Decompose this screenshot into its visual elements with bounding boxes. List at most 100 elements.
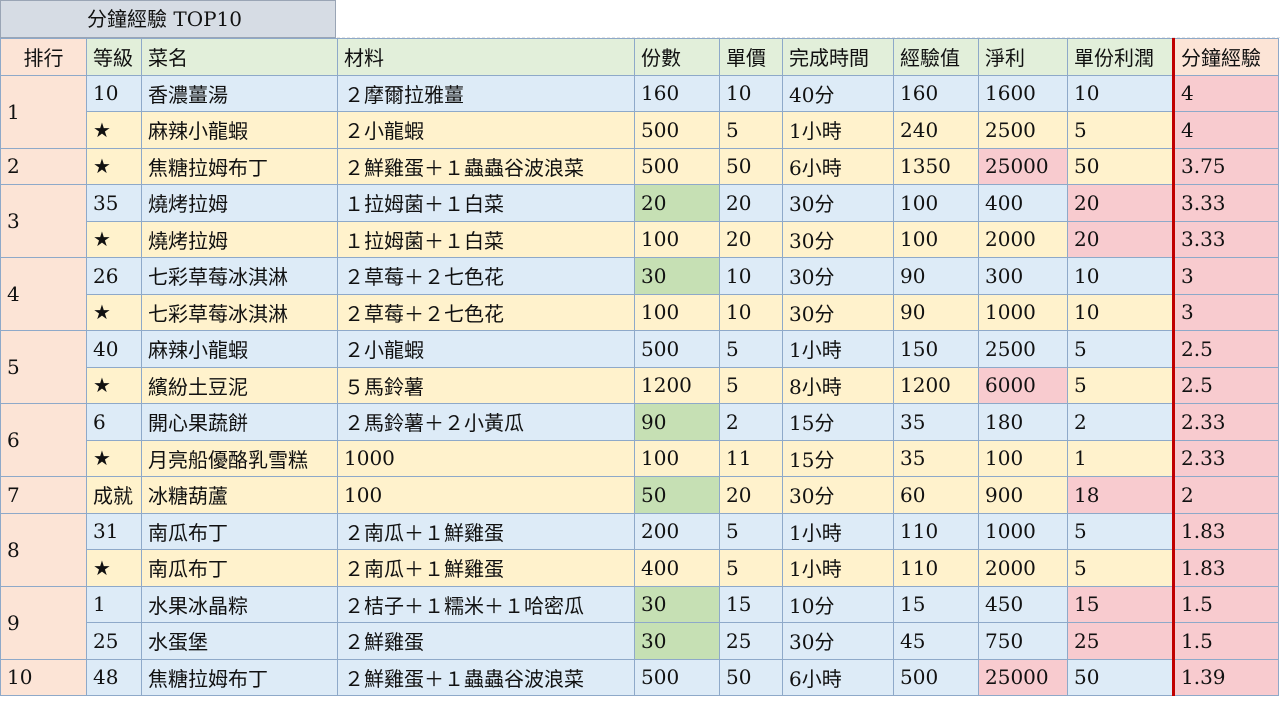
cell-material[interactable]: ２摩爾拉雅薑 <box>337 74 635 112</box>
cell-minute-xp[interactable]: 1.5 <box>1172 585 1279 623</box>
cell-dish[interactable]: 麻辣小龍蝦 <box>141 111 338 149</box>
cell-level[interactable]: ★ <box>86 293 142 331</box>
cell-time[interactable]: 1小時 <box>782 512 894 550</box>
cell-time[interactable]: 30分 <box>782 622 894 660</box>
cell-exp[interactable]: 45 <box>893 622 979 660</box>
cell-material[interactable]: 1000 <box>337 439 635 477</box>
cell-qty[interactable]: 160 <box>634 74 720 112</box>
cell-dish[interactable]: 香濃薑湯 <box>141 74 338 112</box>
cell-unit-profit[interactable]: 5 <box>1067 549 1174 587</box>
cell-level[interactable]: 成就 <box>86 476 142 514</box>
cell-profit[interactable]: 1600 <box>978 74 1068 112</box>
cell-exp[interactable]: 500 <box>893 658 979 696</box>
cell-dish[interactable]: 南瓜布丁 <box>141 549 338 587</box>
cell-profit[interactable]: 100 <box>978 439 1068 477</box>
cell-dish[interactable]: 七彩草莓冰淇淋 <box>141 257 338 295</box>
cell-rank[interactable]: 4 <box>0 257 87 331</box>
cell-exp[interactable]: 110 <box>893 549 979 587</box>
cell-profit[interactable]: 450 <box>978 585 1068 623</box>
cell-level[interactable]: 1 <box>86 585 142 623</box>
cell-profit[interactable]: 300 <box>978 257 1068 295</box>
cell-price[interactable]: 15 <box>719 585 783 623</box>
cell-minute-xp[interactable]: 2.5 <box>1172 366 1279 404</box>
cell-level[interactable]: 6 <box>86 403 142 441</box>
cell-dish[interactable]: 焦糖拉姆布丁 <box>141 147 338 185</box>
cell-time[interactable]: 30分 <box>782 476 894 514</box>
cell-material[interactable]: ２小龍蝦 <box>337 330 635 368</box>
cell-qty[interactable]: 90 <box>634 403 720 441</box>
header-dish[interactable]: 菜名 <box>141 38 338 76</box>
cell-minute-xp[interactable]: 3 <box>1172 293 1279 331</box>
cell-unit-profit[interactable]: 5 <box>1067 366 1174 404</box>
cell-material[interactable]: ２南瓜＋１鮮雞蛋 <box>337 512 635 550</box>
cell-rank[interactable]: 10 <box>0 658 87 696</box>
cell-level[interactable]: 35 <box>86 184 142 222</box>
cell-profit[interactable]: 6000 <box>978 366 1068 404</box>
sheet-title[interactable]: 分鐘經驗 TOP10 <box>0 0 336 38</box>
cell-qty[interactable]: 50 <box>634 476 720 514</box>
cell-time[interactable]: 6小時 <box>782 147 894 185</box>
cell-minute-xp[interactable]: 1.5 <box>1172 622 1279 660</box>
cell-profit[interactable]: 180 <box>978 403 1068 441</box>
header-qty[interactable]: 份數 <box>634 38 720 76</box>
cell-unit-profit[interactable]: 5 <box>1067 330 1174 368</box>
cell-unit-profit[interactable]: 2 <box>1067 403 1174 441</box>
cell-level[interactable]: 48 <box>86 658 142 696</box>
cell-time[interactable]: 15分 <box>782 403 894 441</box>
cell-profit[interactable]: 400 <box>978 184 1068 222</box>
cell-price[interactable]: 20 <box>719 476 783 514</box>
cell-profit[interactable]: 25000 <box>978 658 1068 696</box>
cell-qty[interactable]: 1200 <box>634 366 720 404</box>
cell-material[interactable]: ２南瓜＋１鮮雞蛋 <box>337 549 635 587</box>
cell-unit-profit[interactable]: 50 <box>1067 147 1174 185</box>
cell-profit[interactable]: 2000 <box>978 549 1068 587</box>
cell-time[interactable]: 1小時 <box>782 330 894 368</box>
header-price[interactable]: 單價 <box>719 38 783 76</box>
cell-minute-xp[interactable]: 1.83 <box>1172 512 1279 550</box>
cell-qty[interactable]: 30 <box>634 257 720 295</box>
cell-qty[interactable]: 100 <box>634 439 720 477</box>
header-material[interactable]: 材料 <box>337 38 635 76</box>
cell-price[interactable]: 5 <box>719 330 783 368</box>
cell-dish[interactable]: 水果冰晶粽 <box>141 585 338 623</box>
cell-qty[interactable]: 20 <box>634 184 720 222</box>
header-profit[interactable]: 淨利 <box>978 38 1068 76</box>
header-level[interactable]: 等級 <box>86 38 142 76</box>
cell-time[interactable]: 10分 <box>782 585 894 623</box>
cell-profit[interactable]: 2000 <box>978 220 1068 258</box>
cell-price[interactable]: 2 <box>719 403 783 441</box>
cell-material[interactable]: ２小龍蝦 <box>337 111 635 149</box>
cell-rank[interactable]: 1 <box>0 74 87 149</box>
cell-price[interactable]: 50 <box>719 658 783 696</box>
cell-dish[interactable]: 燒烤拉姆 <box>141 184 338 222</box>
cell-qty[interactable]: 200 <box>634 512 720 550</box>
cell-material[interactable]: ５馬鈴薯 <box>337 366 635 404</box>
cell-profit[interactable]: 750 <box>978 622 1068 660</box>
cell-unit-profit[interactable]: 15 <box>1067 585 1174 623</box>
cell-price[interactable]: 20 <box>719 184 783 222</box>
cell-exp[interactable]: 100 <box>893 184 979 222</box>
cell-minute-xp[interactable]: 3.75 <box>1172 147 1279 185</box>
cell-minute-xp[interactable]: 2.33 <box>1172 403 1279 441</box>
cell-qty[interactable]: 30 <box>634 585 720 623</box>
cell-unit-profit[interactable]: 18 <box>1067 476 1174 514</box>
cell-exp[interactable]: 100 <box>893 220 979 258</box>
cell-exp[interactable]: 240 <box>893 111 979 149</box>
cell-price[interactable]: 10 <box>719 257 783 295</box>
cell-minute-xp[interactable]: 2.33 <box>1172 439 1279 477</box>
cell-level[interactable]: ★ <box>86 220 142 258</box>
header-unit-profit[interactable]: 單份利潤 <box>1067 38 1174 76</box>
cell-exp[interactable]: 90 <box>893 257 979 295</box>
cell-price[interactable]: 50 <box>719 147 783 185</box>
cell-exp[interactable]: 160 <box>893 74 979 112</box>
cell-price[interactable]: 5 <box>719 549 783 587</box>
cell-price[interactable]: 11 <box>719 439 783 477</box>
cell-exp[interactable]: 60 <box>893 476 979 514</box>
cell-price[interactable]: 5 <box>719 111 783 149</box>
cell-time[interactable]: 1小時 <box>782 111 894 149</box>
cell-qty[interactable]: 500 <box>634 330 720 368</box>
cell-unit-profit[interactable]: 10 <box>1067 257 1174 295</box>
cell-dish[interactable]: 開心果蔬餅 <box>141 403 338 441</box>
cell-rank[interactable]: 3 <box>0 184 87 258</box>
cell-dish[interactable]: 冰糖葫蘆 <box>141 476 338 514</box>
